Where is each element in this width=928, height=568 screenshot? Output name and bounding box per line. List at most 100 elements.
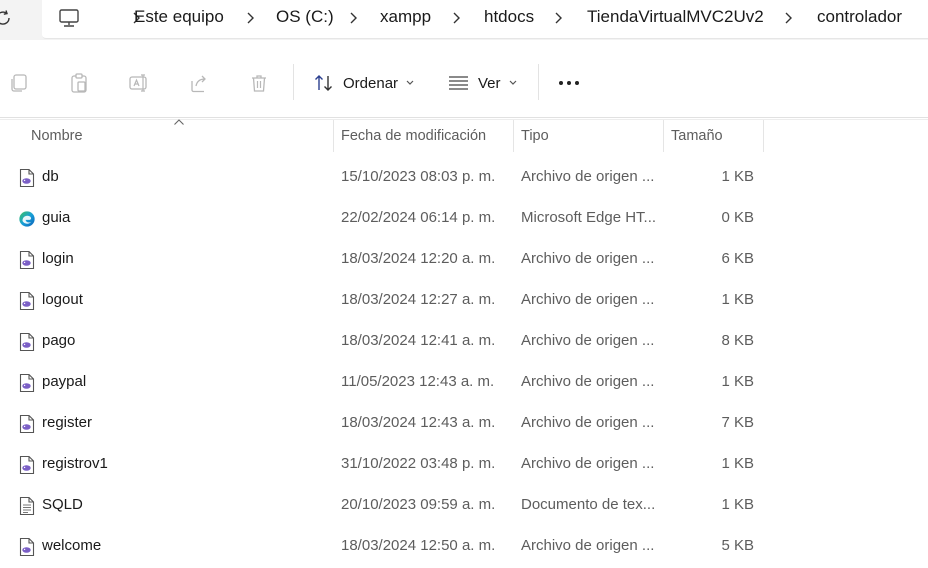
file-size: 1 KB — [721, 496, 754, 513]
file-row[interactable]: db 15/10/2023 08:03 p. m. Archivo de orige… — [0, 158, 928, 199]
file-date-modified: 15/10/2023 08:03 p. m. — [341, 168, 496, 185]
php-file-icon — [19, 168, 35, 188]
breadcrumb[interactable]: Este equipo OS (C:) xampp htdocs TiendaV… — [42, 0, 928, 39]
column-divider[interactable] — [333, 120, 334, 152]
file-date-modified: 31/10/2022 03:48 p. m. — [341, 455, 496, 472]
file-date-modified: 18/03/2024 12:27 a. m. — [341, 291, 496, 308]
file-type: Archivo de origen ... — [521, 455, 655, 472]
file-row[interactable]: paypal 11/05/2023 12:43 a. m. Archivo de o… — [0, 363, 928, 404]
toolbar-separator — [0, 117, 928, 118]
file-date-modified: 18/03/2024 12:20 a. m. — [341, 250, 496, 267]
chevron-right-icon[interactable] — [782, 9, 796, 27]
sort-button-label: Ordenar — [343, 74, 399, 92]
file-size: 5 KB — [721, 537, 754, 554]
breadcrumb-item-este-equipo[interactable]: Este equipo — [134, 7, 224, 27]
file-name: paypal — [42, 373, 87, 390]
file-name: login — [42, 250, 74, 267]
breadcrumb-item-tiendavirtual[interactable]: TiendaVirtualMVC2Uv2 — [587, 7, 764, 27]
chevron-right-icon[interactable] — [450, 9, 464, 27]
file-type: Documento de tex... — [521, 496, 656, 513]
file-date-modified: 22/02/2024 06:14 p. m. — [341, 209, 496, 226]
file-size: 1 KB — [721, 455, 754, 472]
file-type: Archivo de origen ... — [521, 291, 655, 308]
column-divider[interactable] — [513, 120, 514, 152]
file-row[interactable]: register 18/03/2024 12:43 a. m. Archivo de… — [0, 404, 928, 445]
php-file-icon — [19, 537, 35, 557]
column-header-size[interactable]: Tamaño — [671, 120, 723, 152]
file-type: Archivo de origen ... — [521, 537, 655, 554]
file-date-modified: 18/03/2024 12:43 a. m. — [341, 414, 496, 431]
column-divider[interactable] — [763, 120, 764, 152]
php-file-icon — [19, 332, 35, 352]
sort-arrows-icon — [315, 75, 332, 91]
file-row[interactable]: guia 22/02/2024 06:14 p. m. Microsoft Edge… — [0, 199, 928, 240]
file-size: 1 KB — [721, 168, 754, 185]
edge-html-icon — [19, 211, 35, 227]
chevron-right-icon[interactable] — [244, 9, 258, 27]
file-size: 1 KB — [721, 291, 754, 308]
file-name: SQLD — [42, 496, 83, 513]
file-name: logout — [42, 291, 83, 308]
file-row[interactable]: login 18/03/2024 12:20 a. m. Archivo de or… — [0, 240, 928, 281]
file-row[interactable]: SQLD 20/10/2023 09:59 a. m. Documento de t… — [0, 486, 928, 527]
file-type: Archivo de origen ... — [521, 250, 655, 267]
command-bar: Ordenar Ver — [0, 48, 928, 118]
file-name: db — [42, 168, 59, 185]
delete-icon[interactable] — [248, 72, 270, 94]
view-lines-icon — [449, 76, 468, 90]
file-date-modified: 18/03/2024 12:41 a. m. — [341, 332, 496, 349]
sort-button[interactable]: Ordenar — [313, 70, 415, 96]
file-name: register — [42, 414, 93, 431]
view-button-label: Ver — [478, 74, 501, 92]
computer-icon[interactable] — [58, 7, 80, 29]
chevron-right-icon[interactable] — [347, 9, 361, 27]
file-type: Archivo de origen ... — [521, 332, 655, 349]
address-bar: Este equipo OS (C:) xampp htdocs TiendaV… — [0, 0, 928, 40]
file-size: 7 KB — [721, 414, 754, 431]
file-date-modified: 18/03/2024 12:50 a. m. — [341, 537, 496, 554]
file-size: 6 KB — [721, 250, 754, 267]
breadcrumb-item-os-c[interactable]: OS (C:) — [276, 7, 334, 27]
php-file-icon — [19, 455, 35, 475]
file-date-modified: 11/05/2023 12:43 a. m. — [341, 373, 495, 390]
breadcrumb-item-htdocs[interactable]: htdocs — [484, 7, 534, 27]
toolbar-divider — [293, 64, 294, 100]
file-type: Archivo de origen ... — [521, 414, 655, 431]
rename-icon[interactable] — [128, 72, 150, 94]
column-header-type[interactable]: Tipo — [521, 120, 549, 152]
column-header-date[interactable]: Fecha de modificación — [341, 120, 486, 152]
column-divider[interactable] — [663, 120, 664, 152]
php-file-icon — [19, 291, 35, 311]
sort-ascending-icon — [174, 119, 184, 125]
view-button[interactable]: Ver — [448, 70, 518, 96]
php-file-icon — [19, 414, 35, 434]
file-name: registrov1 — [42, 455, 108, 472]
file-name: pago — [42, 332, 76, 349]
file-row[interactable]: welcome 18/03/2024 12:50 a. m. Archivo de … — [0, 527, 928, 568]
file-date-modified: 20/10/2023 09:59 a. m. — [341, 496, 496, 513]
file-type: Archivo de origen ... — [521, 373, 655, 390]
refresh-icon[interactable] — [0, 8, 14, 28]
file-size: 0 KB — [721, 209, 754, 226]
share-icon[interactable] — [188, 72, 210, 94]
file-row[interactable]: registrov1 31/10/2022 03:48 p. m. Archivo … — [0, 445, 928, 486]
php-file-icon — [19, 373, 35, 393]
file-size: 8 KB — [721, 332, 754, 349]
chevron-down-icon — [509, 80, 516, 85]
paste-icon[interactable] — [68, 72, 90, 94]
chevron-down-icon — [406, 80, 414, 85]
breadcrumb-item-xampp[interactable]: xampp — [380, 7, 431, 27]
column-header-name[interactable]: Nombre — [31, 120, 83, 152]
copy-icon[interactable] — [8, 72, 30, 94]
file-type: Archivo de origen ... — [521, 168, 655, 185]
chevron-right-icon[interactable] — [552, 9, 566, 27]
file-row[interactable]: logout 18/03/2024 12:27 a. m. Archivo de o… — [0, 281, 928, 322]
file-name: welcome — [42, 537, 102, 554]
toolbar-divider — [538, 64, 539, 100]
text-file-icon — [19, 496, 35, 516]
breadcrumb-item-controlador[interactable]: controlador — [817, 7, 902, 27]
more-options-icon[interactable] — [558, 78, 580, 88]
file-name: guia — [42, 209, 71, 226]
file-size: 1 KB — [721, 373, 754, 390]
file-row[interactable]: pago 18/03/2024 12:41 a. m. Archivo de ori… — [0, 322, 928, 363]
